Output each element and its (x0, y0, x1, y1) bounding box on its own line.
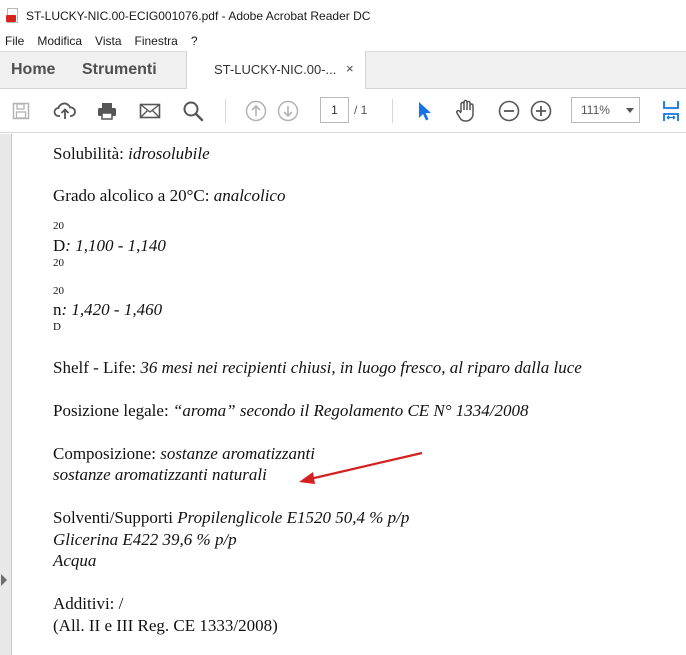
toolbar-divider (392, 99, 393, 123)
upload-cloud-icon[interactable] (52, 89, 78, 133)
tab-bar: Home Strumenti ST-LUCKY-NIC.00-... × (0, 51, 686, 89)
zoom-select[interactable]: 111% (571, 97, 640, 123)
pdf-file-icon (6, 7, 20, 24)
page-total: / 1 (354, 103, 368, 117)
zoom-in-icon[interactable] (529, 89, 553, 133)
menu-help[interactable]: ? (191, 34, 198, 48)
left-panel-strip (0, 134, 12, 655)
tab-tools[interactable]: Strumenti (82, 61, 157, 79)
email-icon[interactable] (137, 89, 163, 133)
title-bar: ST-LUCKY-NIC.00-ECIG001076.pdf - Adobe A… (0, 0, 686, 31)
menu-vista[interactable]: Vista (95, 34, 121, 48)
page-number-input[interactable]: 1 (320, 97, 349, 123)
expand-panel-icon[interactable] (1, 574, 7, 586)
save-icon[interactable] (9, 89, 33, 133)
menu-modifica[interactable]: Modifica (37, 34, 82, 48)
print-icon[interactable] (94, 89, 120, 133)
toolbar-divider (225, 99, 226, 123)
menu-finestra[interactable]: Finestra (135, 34, 178, 48)
zoom-value: 111% (581, 103, 610, 117)
tab-document-label: ST-LUCKY-NIC.00-... (214, 62, 337, 77)
fit-page-icon[interactable] (660, 89, 682, 133)
zoom-out-icon[interactable] (497, 89, 521, 133)
hand-tool-icon[interactable] (453, 89, 479, 133)
window-title: ST-LUCKY-NIC.00-ECIG001076.pdf - Adobe A… (26, 8, 371, 23)
document-page: Solubilità: idrosolubile Grado alcolico … (13, 134, 686, 655)
red-arrow-annotation (299, 451, 423, 484)
next-page-icon[interactable] (276, 89, 300, 133)
search-icon[interactable] (180, 89, 206, 133)
prev-page-icon[interactable] (244, 89, 268, 133)
close-tab-icon[interactable]: × (346, 61, 354, 76)
select-cursor-icon[interactable] (412, 89, 436, 133)
menu-bar: File Modifica Vista Finestra ? (0, 31, 686, 51)
tab-home[interactable]: Home (11, 61, 55, 79)
chevron-down-icon (626, 108, 634, 113)
menu-file[interactable]: File (5, 34, 24, 48)
tab-document[interactable]: ST-LUCKY-NIC.00-... × (186, 51, 366, 89)
